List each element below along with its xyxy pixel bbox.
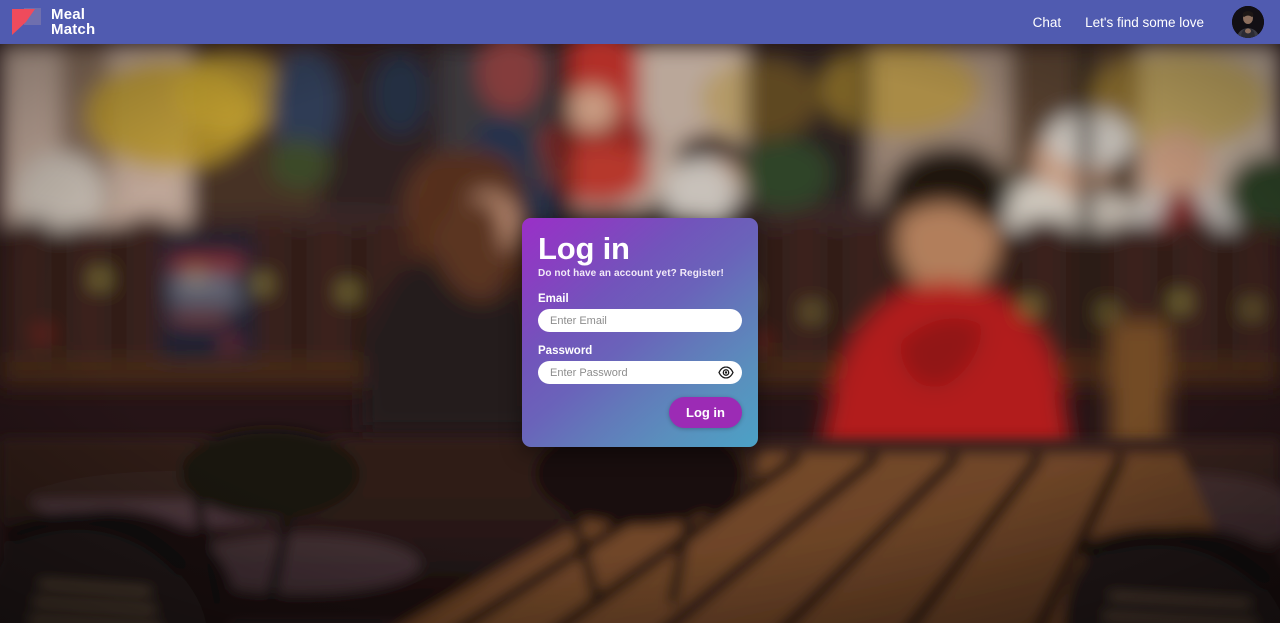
meal-match-logo-icon [10, 6, 44, 38]
login-card: Log in Do not have an account yet? Regis… [522, 218, 758, 447]
user-avatar[interactable] [1232, 6, 1264, 38]
eye-icon [717, 366, 734, 379]
brand-name-line1: Meal [51, 6, 86, 23]
password-label: Password [538, 345, 593, 357]
brand-name: Meal Match [51, 7, 95, 37]
brand-name-line2: Match [51, 21, 96, 38]
email-input[interactable] [538, 309, 742, 332]
toggle-password-visibility-button[interactable] [717, 364, 734, 381]
email-label: Email [538, 293, 569, 305]
page-title: Log in [538, 231, 630, 266]
navbar-right: Chat Let's find some love [1033, 6, 1264, 38]
register-prompt[interactable]: Do not have an account yet? Register! [538, 268, 742, 279]
login-submit-button[interactable]: Log in [669, 397, 742, 428]
email-field-wrap [538, 309, 742, 332]
top-navbar: Meal Match Chat Let's find some love [0, 0, 1280, 44]
password-input[interactable] [538, 361, 742, 384]
nav-link-find-love[interactable]: Let's find some love [1085, 15, 1204, 30]
login-page: Meal Match Chat Let's find some love Log… [0, 0, 1280, 623]
password-field-wrap [538, 361, 742, 384]
user-avatar-photo [1232, 6, 1264, 38]
nav-link-chat[interactable]: Chat [1033, 15, 1062, 30]
login-card-actions: Log in [538, 397, 742, 428]
brand-logo[interactable]: Meal Match [10, 6, 95, 38]
